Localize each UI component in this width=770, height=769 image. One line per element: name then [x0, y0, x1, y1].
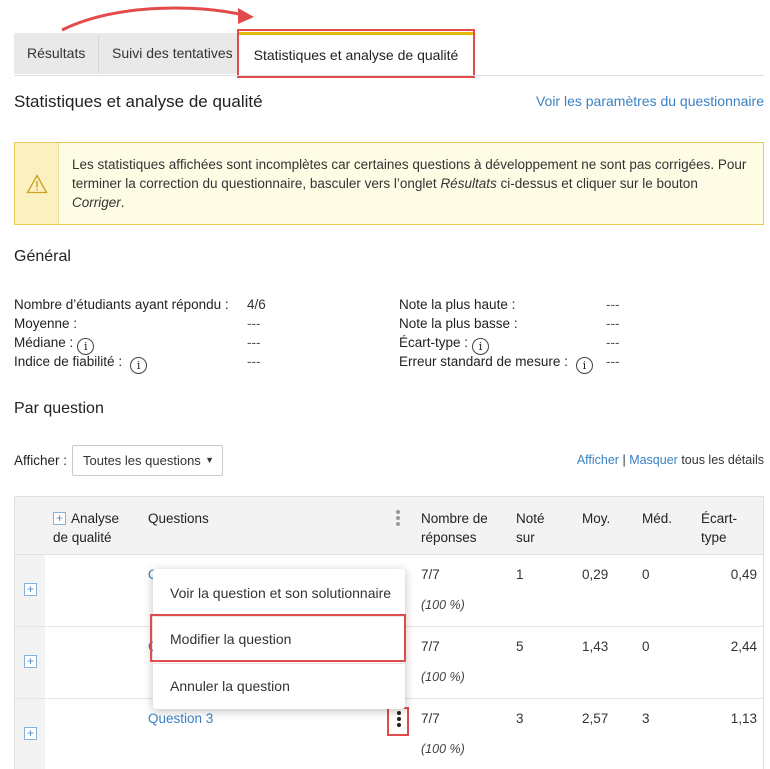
- out-of-value: 3: [516, 711, 524, 726]
- highlight-box: [150, 614, 406, 662]
- reliability-label: Indice de fiabilité :i: [14, 352, 148, 374]
- sd-value: 1,13: [730, 711, 757, 726]
- per-question-heading: Par question: [14, 400, 104, 417]
- lowest-score-value: ---: [606, 316, 620, 331]
- tab-bar: Résultats Suivi des tentatives Statistiq…: [14, 32, 764, 76]
- mean-value: 2,57: [582, 711, 609, 726]
- students-responded-label: Nombre d’étudiants ayant répondu :: [14, 297, 229, 312]
- view-question-menu-item[interactable]: Voir la question et son solutionnaire: [153, 571, 405, 615]
- column-menu-icon[interactable]: [396, 510, 400, 528]
- tab-divider: [14, 75, 764, 76]
- col-out-of-line2: sur: [516, 530, 535, 545]
- hide-details-link[interactable]: Masquer: [629, 453, 678, 467]
- annotation-arrow-icon: [61, 6, 254, 32]
- lowest-score-label: Note la plus basse :: [399, 316, 518, 331]
- info-icon[interactable]: i: [130, 357, 148, 374]
- responses-value: 7/7: [421, 567, 440, 582]
- filter-label: Afficher :: [14, 453, 68, 468]
- tab-results[interactable]: Résultats: [14, 33, 98, 74]
- expand-all-icon[interactable]: +: [53, 512, 66, 525]
- col-mean: Moy.: [582, 511, 611, 526]
- page-title: Statistiques et analyse de qualité: [14, 92, 263, 111]
- warning-icon-box: [15, 143, 59, 224]
- mean-value: 1,43: [582, 639, 609, 654]
- expand-row-icon[interactable]: +: [24, 727, 37, 740]
- info-icon[interactable]: i: [575, 357, 593, 374]
- median-value: ---: [247, 335, 261, 350]
- col-responses-line1: Nombre de: [421, 511, 488, 526]
- mean-value: 0,29: [582, 567, 609, 582]
- out-of-value: 5: [516, 639, 524, 654]
- details-toggle: Afficher | Masquer tous les détails: [576, 453, 764, 467]
- warning-message: Les statistiques affichées sont incomplè…: [72, 157, 747, 210]
- table-header: + Analyse de qualité Questions Nombre de…: [15, 496, 763, 555]
- col-out-of-line1: Noté: [516, 511, 545, 526]
- quiz-settings-link[interactable]: Voir les paramètres du questionnaire: [536, 93, 764, 109]
- tab-attempts-tracking[interactable]: Suivi des tentatives: [98, 33, 252, 74]
- students-responded-value: 4/6: [247, 297, 266, 312]
- std-dev-value: ---: [606, 335, 620, 350]
- responses-pct: (100 %): [421, 670, 465, 684]
- col-sd-line2: type: [701, 530, 727, 545]
- sd-value: 2,44: [730, 639, 757, 654]
- incomplete-stats-warning: Les statistiques affichées sont incomplè…: [14, 142, 764, 225]
- sem-label: Erreur standard de mesure :i: [399, 352, 593, 374]
- col-quality-line1: Analyse: [71, 511, 120, 526]
- cancel-question-menu-item[interactable]: Annuler la question: [153, 664, 405, 708]
- median-value: 0: [642, 639, 650, 654]
- highlight-box: [387, 707, 409, 736]
- sem-value: ---: [606, 354, 620, 369]
- responses-value: 7/7: [421, 711, 440, 726]
- reliability-value: ---: [247, 354, 261, 369]
- col-questions[interactable]: Questions: [148, 509, 209, 528]
- question-link[interactable]: Question 3: [148, 711, 213, 726]
- expand-row-icon[interactable]: +: [24, 583, 37, 596]
- mean-value: ---: [247, 316, 261, 331]
- col-responses-line2: réponses: [421, 530, 477, 545]
- median-value: 3: [642, 711, 650, 726]
- highest-score-label: Note la plus haute :: [399, 297, 516, 312]
- responses-pct: (100 %): [421, 742, 465, 756]
- median-value: 0: [642, 567, 650, 582]
- sd-value: 0,49: [730, 567, 757, 582]
- tab-statistics[interactable]: Statistiques et analyse de qualité: [238, 32, 474, 76]
- general-heading: Général: [14, 248, 71, 265]
- mean-label: Moyenne :: [14, 316, 78, 331]
- warning-icon: [26, 174, 48, 194]
- expand-row-icon[interactable]: +: [24, 655, 37, 668]
- show-details-link[interactable]: Afficher: [577, 453, 619, 467]
- responses-pct: (100 %): [421, 598, 465, 612]
- out-of-value: 1: [516, 567, 524, 582]
- col-sd-line1: Écart-: [701, 511, 738, 526]
- col-quality-line2: de qualité: [53, 530, 112, 545]
- highest-score-value: ---: [606, 297, 620, 312]
- question-filter-select[interactable]: Toutes les questions ▼: [72, 445, 223, 476]
- caret-down-icon: ▼: [205, 455, 214, 465]
- responses-value: 7/7: [421, 639, 440, 654]
- col-median: Méd.: [642, 511, 673, 526]
